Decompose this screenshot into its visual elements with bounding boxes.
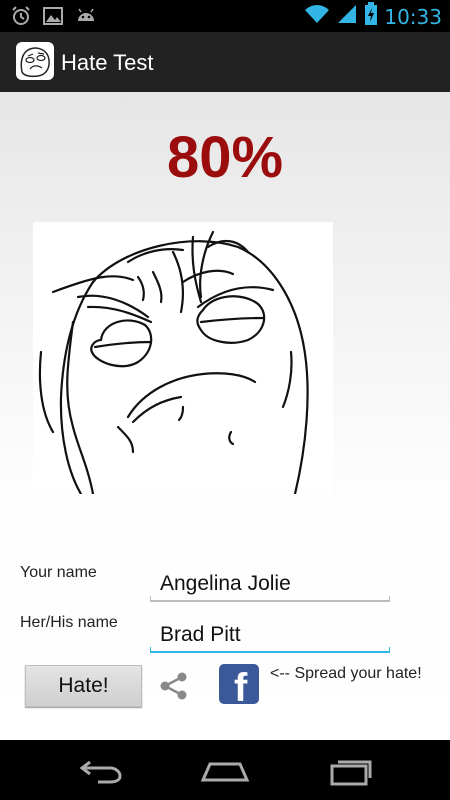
rage-face-illustration [33,222,333,496]
rage-face-app-icon[interactable] [16,42,54,80]
other-name-value: Brad Pitt [160,623,241,646]
share-icon[interactable] [158,670,190,702]
your-name-field[interactable]: Angelina Jolie [150,568,390,602]
status-bar: 10:33 [0,0,450,32]
your-name-label: Your name [20,564,97,581]
back-icon[interactable] [76,754,124,786]
alarm-icon [10,5,32,32]
hate-percentage: 80% [166,125,284,190]
main-content: 80% Your name Angelina Jolie Her/His nam… [0,92,450,740]
facebook-glyph: f [234,666,248,704]
navigation-bar [0,740,450,800]
android-icon [74,5,98,32]
action-bar: Hate Test [0,32,450,92]
hate-button[interactable]: Hate! [25,665,142,707]
wifi-icon [304,3,330,30]
battery-charging-icon [364,2,378,31]
recent-apps-icon[interactable] [328,754,376,786]
gallery-icon [42,5,64,32]
other-name-field[interactable]: Brad Pitt [150,619,390,653]
signal-icon [336,3,358,30]
spread-hate-text: <-- Spread your hate! [270,665,422,682]
field-underline-focused [150,651,390,653]
app-title: Hate Test [61,50,154,75]
field-underline [150,600,390,602]
facebook-icon[interactable]: f [219,664,259,704]
other-name-label: Her/His name [20,614,118,631]
home-icon[interactable] [200,754,250,786]
your-name-value: Angelina Jolie [160,572,291,595]
status-clock: 10:33 [384,4,442,29]
